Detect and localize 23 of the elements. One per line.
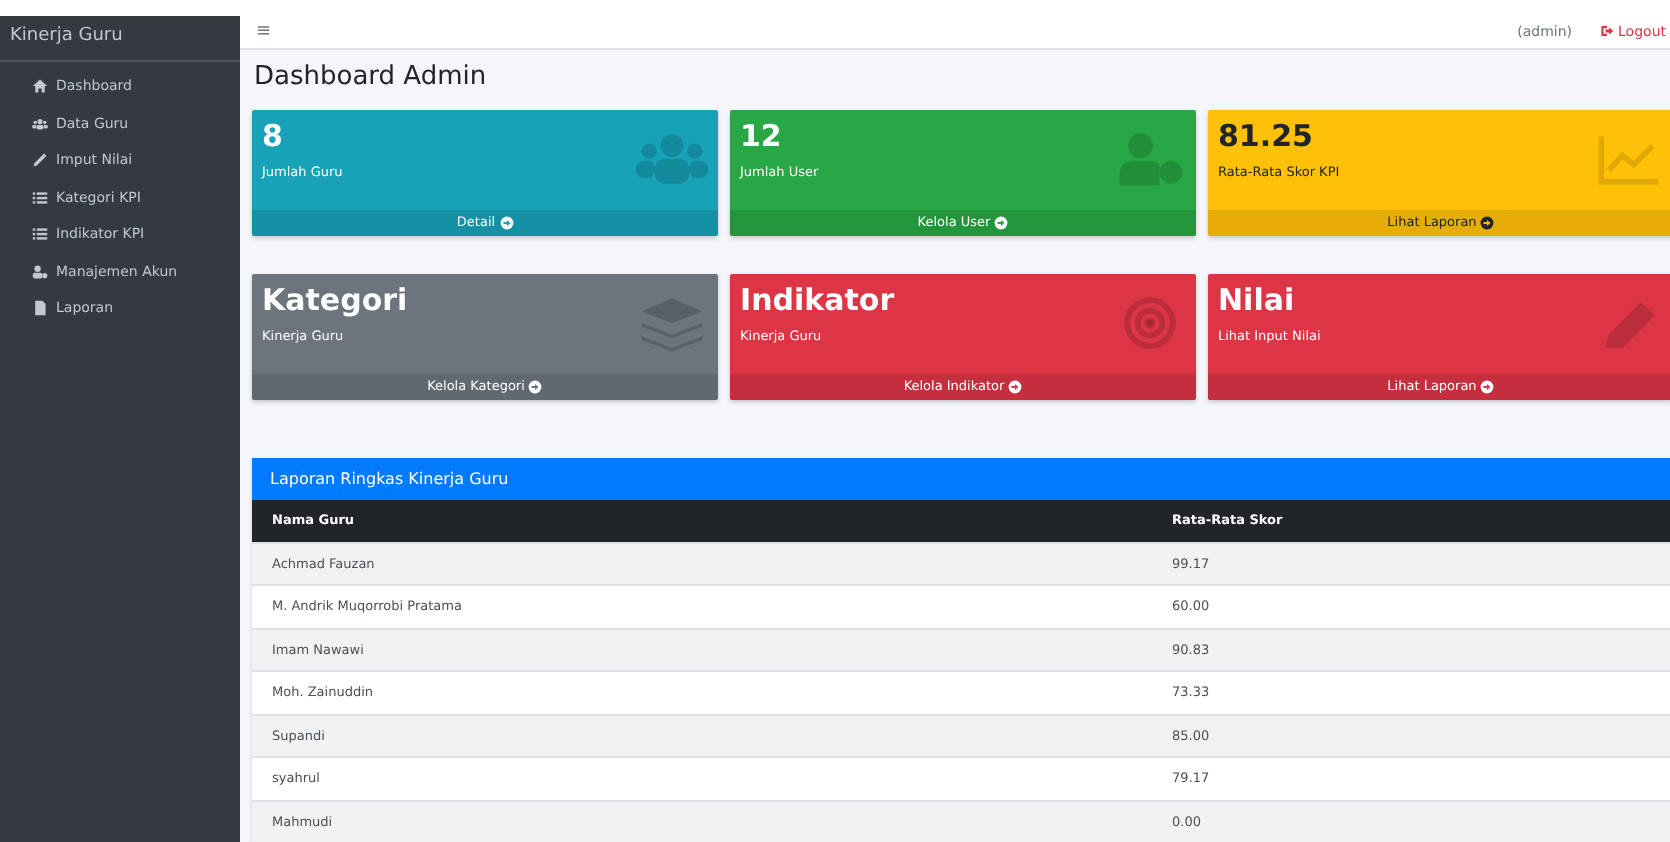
users-icon [634,129,710,187]
page-title: Dashboard Admin [254,61,489,91]
card-value: Indikator [740,281,895,317]
report-title: Laporan Ringkas Kinerja Guru [270,469,509,487]
card-value: Nilai [1218,281,1297,317]
pencil-icon [32,152,48,169]
card-value: Kategori [262,281,408,317]
document-icon [32,300,48,317]
arrow-circle-icon [994,215,1009,229]
users-icon [32,115,48,132]
arrow-circle-icon [499,215,514,229]
arrow-circle-icon [1480,379,1495,393]
menu-toggle[interactable]: ≡ [256,21,272,42]
home-icon [32,78,48,95]
list-icon [32,189,48,206]
list-icon [32,226,48,243]
card-value: 12 [740,117,784,153]
arrow-circle-icon [528,379,543,393]
logout-icon [1600,24,1615,39]
card-value: 81.25 [1218,117,1315,153]
arrow-circle-icon [1480,215,1495,229]
arrow-circle-icon [1008,379,1023,393]
card-value: 8 [262,117,285,153]
